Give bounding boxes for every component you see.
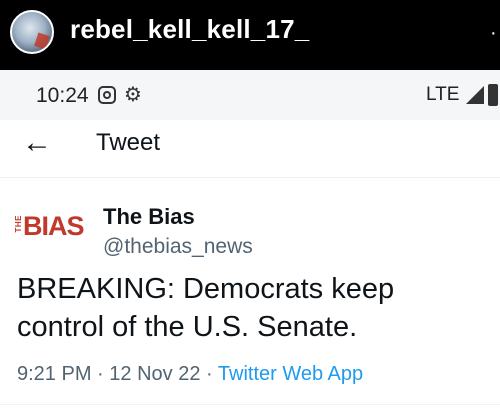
meta-separator: · (206, 363, 213, 385)
meta-separator: · (97, 363, 104, 385)
divider (0, 404, 500, 405)
instagram-icon (98, 86, 116, 104)
the-bias-logo[interactable]: THE BIAS (14, 209, 88, 253)
tweet-line: control of the U.S. Senate. (17, 311, 358, 343)
logo-word: BIAS (23, 211, 85, 241)
author-name[interactable]: The Bias (103, 204, 195, 230)
tweet-date[interactable]: 12 Nov 22 (109, 363, 200, 385)
page-title: Tweet (96, 129, 161, 156)
signal-icon (466, 86, 484, 104)
settings-gear-icon: ⚙ (124, 84, 142, 106)
author-handle[interactable]: @thebias_news (103, 235, 253, 259)
story-menu-icon[interactable]: · (490, 22, 500, 44)
tweet-text: BREAKING: Democrats keep control of the … (17, 270, 487, 346)
tweet-line: BREAKING: Democrats keep (17, 273, 395, 305)
tweet-page-header (0, 120, 500, 178)
tweet-time[interactable]: 9:21 PM (17, 363, 91, 385)
arrow-left-icon[interactable]: ← (22, 128, 52, 158)
profile-avatar[interactable] (10, 10, 54, 54)
tweet-metadata: 9:21 PM · 12 Nov 22 · Twitter Web App (17, 363, 363, 386)
battery-icon (488, 84, 498, 106)
network-type: LTE (426, 84, 460, 105)
logo-small-text: THE (14, 215, 23, 233)
story-username[interactable]: rebel_kell_kell_17_ (70, 14, 309, 45)
tweet-source-link[interactable]: Twitter Web App (218, 363, 363, 385)
status-time: 10:24 (36, 84, 89, 107)
